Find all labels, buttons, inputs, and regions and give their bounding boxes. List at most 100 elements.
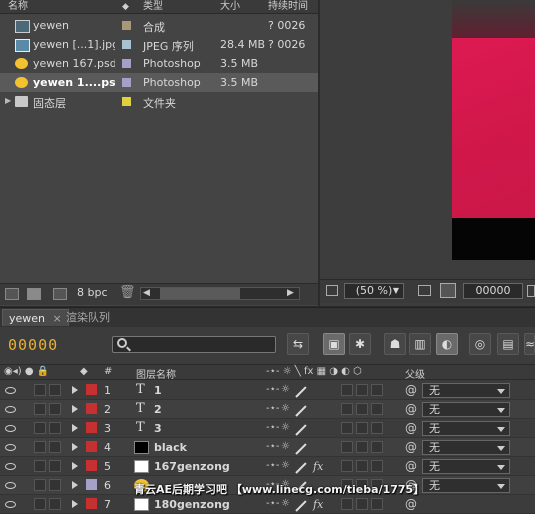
col-duration[interactable]: 持续时间: [268, 0, 308, 14]
bpc-label[interactable]: 8 bpc: [77, 286, 108, 299]
project-scroll-thumb[interactable]: [160, 288, 240, 299]
shy-switch-icon[interactable]: -⋆-: [266, 403, 279, 414]
interpret-footage-button[interactable]: [5, 288, 19, 300]
timeline-layer-row[interactable]: 5 167genzong -⋆- ☼ fx @ 无: [0, 457, 535, 476]
layer-name[interactable]: black: [154, 441, 187, 454]
col-number[interactable]: #: [104, 366, 112, 377]
eye-icon[interactable]: [5, 387, 16, 394]
label-swatch[interactable]: [122, 40, 131, 49]
timeline-layer-row[interactable]: 4 black -⋆- ☼ @ 无: [0, 438, 535, 457]
solo-toggle[interactable]: [34, 441, 46, 453]
collapse-switch-icon[interactable]: ☼: [281, 460, 290, 471]
expand-triangle-icon[interactable]: [72, 462, 78, 470]
pick-whip-icon[interactable]: @: [405, 497, 417, 511]
lock-toggle[interactable]: [49, 422, 61, 434]
trash-icon[interactable]: 🗑: [119, 285, 136, 300]
auto-keyframe-icon[interactable]: ≈: [524, 333, 535, 355]
comp-mini-flowchart-icon[interactable]: ⇆: [287, 333, 309, 355]
pick-whip-icon[interactable]: @: [405, 383, 417, 397]
quality-switch-icon[interactable]: [295, 424, 307, 436]
motion-blur-switch[interactable]: [356, 460, 368, 472]
frame-blend-switch[interactable]: [341, 422, 353, 434]
col-type[interactable]: 类型: [143, 0, 163, 14]
lock-toggle[interactable]: [49, 384, 61, 396]
effect-switch-icon[interactable]: fx: [313, 498, 323, 511]
timeline-layer-row[interactable]: 7 180genzong -⋆- ☼ fx @: [0, 495, 535, 514]
motion-blur-icon[interactable]: ◐: [436, 333, 458, 355]
shy-switch-icon[interactable]: -⋆-: [266, 441, 279, 452]
layer-name[interactable]: 1: [154, 384, 162, 397]
scroll-left-icon[interactable]: ◀: [143, 288, 150, 298]
collapse-switch-icon[interactable]: ☼: [281, 498, 290, 509]
layer-label-color[interactable]: [86, 498, 97, 509]
solo-toggle[interactable]: [34, 422, 46, 434]
motion-blur-switch[interactable]: [356, 441, 368, 453]
parent-dropdown[interactable]: 无: [422, 459, 510, 474]
pick-whip-icon[interactable]: @: [405, 440, 417, 454]
project-item[interactable]: ▶ 固态层 文件夹: [0, 92, 318, 111]
solo-toggle[interactable]: [34, 479, 46, 491]
viewer-timecode-field[interactable]: 00000: [463, 283, 523, 299]
adjustment-switch[interactable]: [371, 422, 383, 434]
lock-toggle[interactable]: [49, 498, 61, 510]
adjustment-switch[interactable]: [371, 403, 383, 415]
frame-blend-switch[interactable]: [341, 403, 353, 415]
frame-blend-switch[interactable]: [341, 498, 353, 510]
expand-triangle-icon[interactable]: [72, 481, 78, 489]
tab-yewen[interactable]: yewen ×: [2, 309, 69, 326]
quality-switch-icon[interactable]: [295, 462, 307, 474]
layer-label-color[interactable]: [86, 403, 97, 414]
collapse-switch-icon[interactable]: ☼: [281, 422, 290, 433]
grid-guide-icon[interactable]: [418, 285, 431, 296]
pick-whip-icon[interactable]: @: [405, 402, 417, 416]
quality-switch-icon[interactable]: [295, 386, 307, 398]
lock-toggle[interactable]: [49, 403, 61, 415]
shy-switch-icon[interactable]: -⋆-: [266, 498, 279, 509]
collapse-switch-icon[interactable]: ☼: [281, 403, 290, 414]
shy-switch-icon[interactable]: -⋆-: [266, 384, 279, 395]
timeline-layer-row[interactable]: 1 T 1 -⋆- ☼ @ 无: [0, 381, 535, 400]
pick-whip-icon[interactable]: @: [405, 459, 417, 473]
new-folder-button[interactable]: [27, 288, 41, 300]
label-swatch[interactable]: [122, 78, 131, 87]
layer-name[interactable]: 2: [154, 403, 162, 416]
solo-toggle[interactable]: [34, 403, 46, 415]
tab-render-queue[interactable]: 渲染队列: [60, 309, 116, 326]
parent-dropdown[interactable]: 无: [422, 383, 510, 398]
snapshot-icon[interactable]: [527, 285, 535, 297]
col-name[interactable]: 名称: [8, 0, 28, 14]
expand-triangle-icon[interactable]: [72, 386, 78, 394]
eye-icon[interactable]: [5, 444, 16, 451]
solo-toggle[interactable]: [34, 384, 46, 396]
lock-toggle[interactable]: [49, 441, 61, 453]
collapse-switch-icon[interactable]: ☼: [281, 384, 290, 395]
adjustment-switch[interactable]: [371, 384, 383, 396]
eye-icon[interactable]: [5, 482, 16, 489]
project-item[interactable]: yewen 167.psd Photoshop 3.5 MB: [0, 54, 318, 73]
project-item[interactable]: yewen 合成 ? 0026: [0, 16, 318, 35]
motion-blur-switch[interactable]: [356, 384, 368, 396]
label-swatch[interactable]: [122, 59, 131, 68]
label-swatch[interactable]: [122, 97, 131, 106]
col-size[interactable]: 大小: [220, 0, 240, 14]
lock-toggle[interactable]: [49, 460, 61, 472]
timeline-layer-row[interactable]: 2 T 2 -⋆- ☼ @ 无: [0, 400, 535, 419]
layer-label-color[interactable]: [86, 460, 97, 471]
motion-blur-switch[interactable]: [356, 422, 368, 434]
shy-switch-icon[interactable]: -⋆-: [266, 422, 279, 433]
adjustment-switch[interactable]: [371, 441, 383, 453]
current-time-display[interactable]: 00000: [8, 336, 58, 354]
timeline-layer-row[interactable]: 3 T 3 -⋆- ☼ @ 无: [0, 419, 535, 438]
always-preview-icon[interactable]: [326, 285, 338, 296]
project-item[interactable]: yewen 1....psd Photoshop 3.5 MB: [0, 73, 318, 92]
draft-3d-icon[interactable]: ✱: [349, 333, 371, 355]
project-item[interactable]: yewen [...1].jpg JPEG 序列 28.4 MB? 0026: [0, 35, 318, 54]
brainstorm-icon[interactable]: ◎: [469, 333, 491, 355]
label-column-icon[interactable]: ◆: [122, 0, 129, 14]
effect-switch-icon[interactable]: fx: [313, 460, 323, 473]
eye-icon[interactable]: [5, 463, 16, 470]
parent-dropdown[interactable]: 无: [422, 440, 510, 455]
pick-whip-icon[interactable]: @: [405, 421, 417, 435]
frame-blend-switch[interactable]: [341, 441, 353, 453]
motion-blur-switch[interactable]: [356, 403, 368, 415]
